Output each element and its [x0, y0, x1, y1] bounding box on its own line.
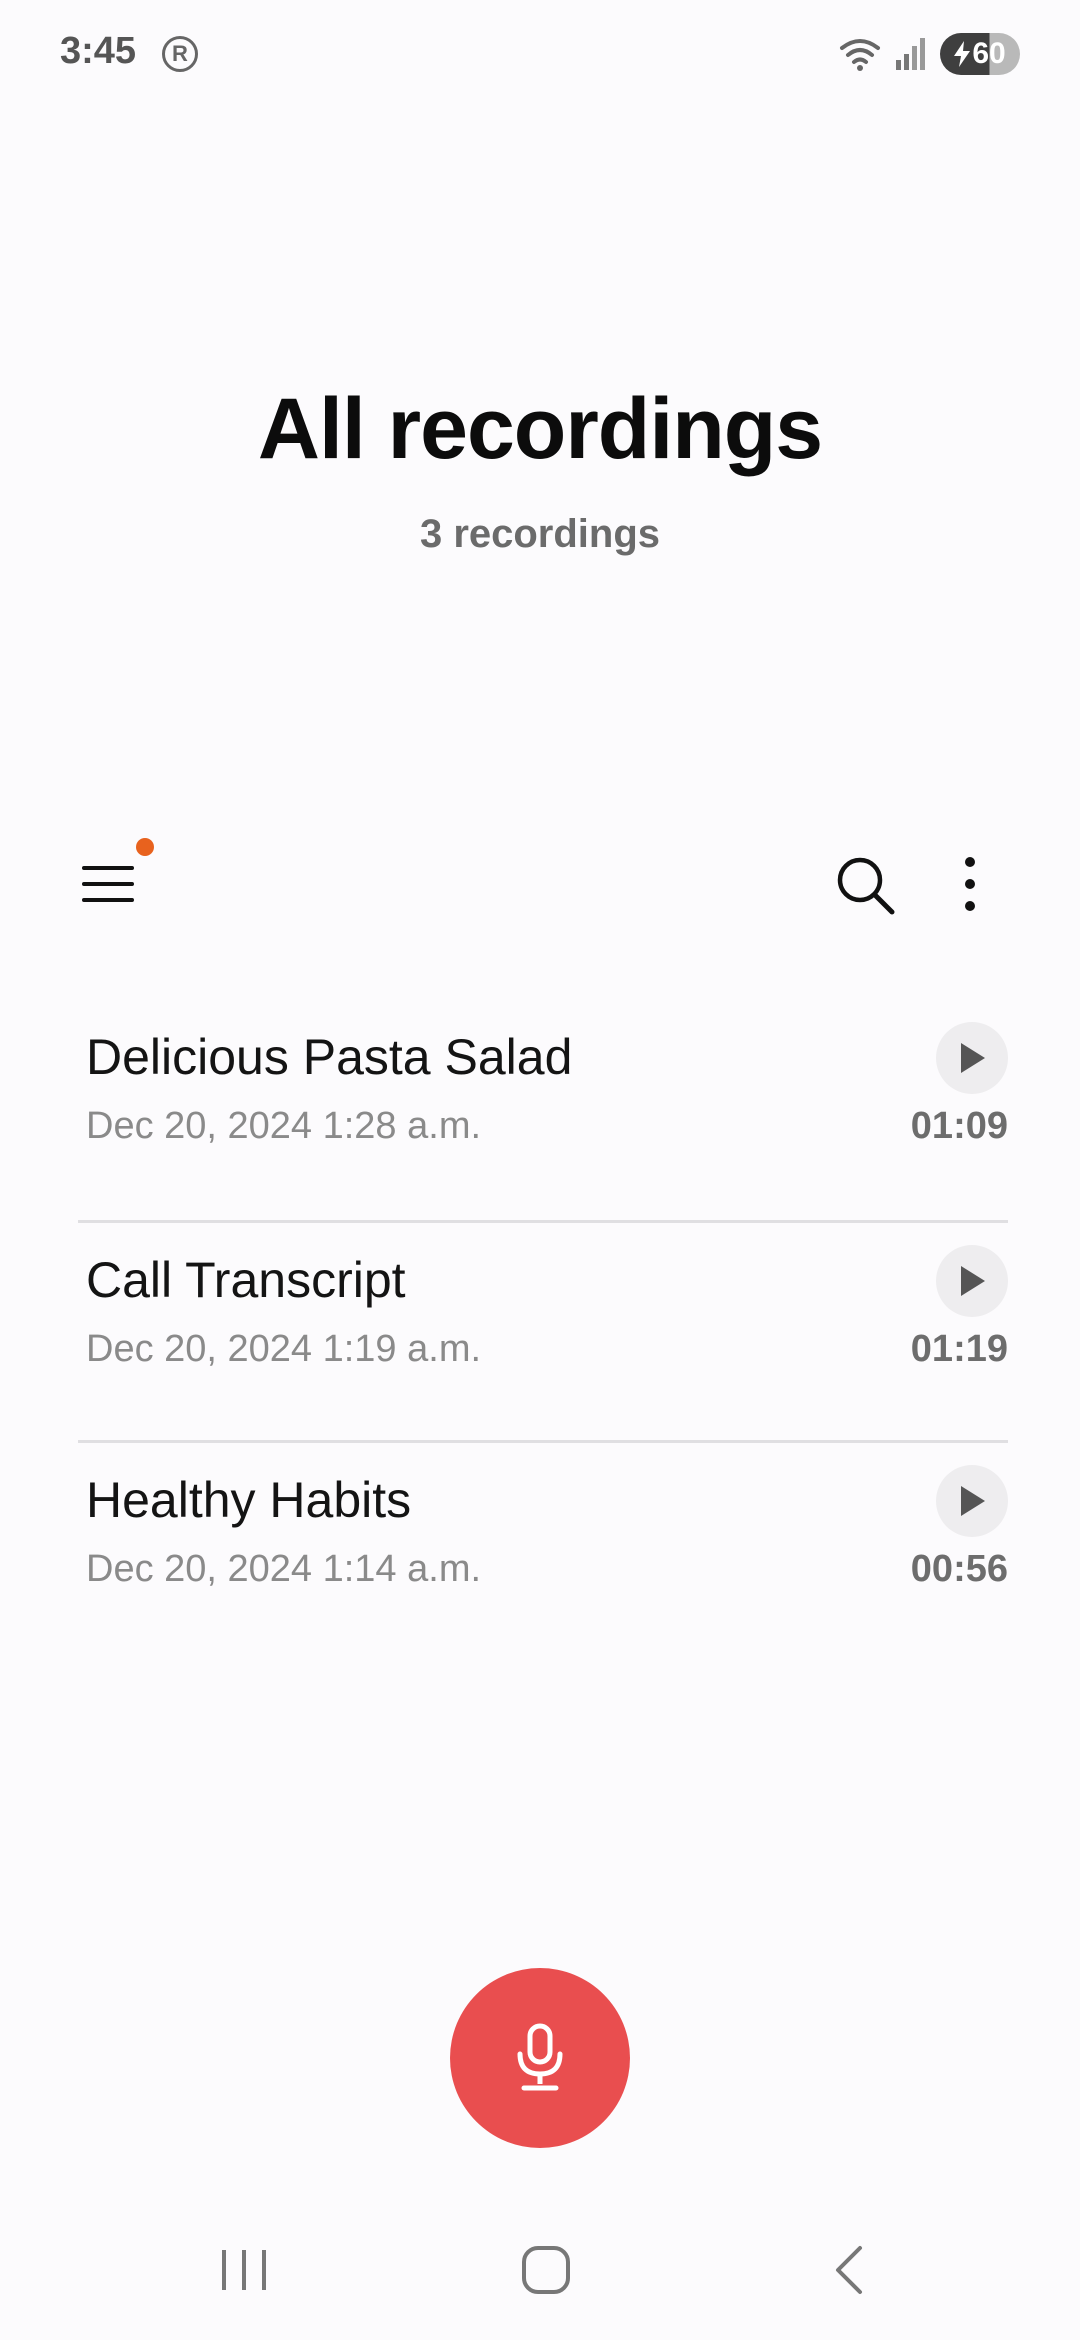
signal-icon [896, 38, 925, 70]
list-item[interactable]: Delicious Pasta Salad Dec 20, 2024 1:28 … [78, 1000, 1008, 1220]
page-title: All recordings [257, 381, 823, 477]
recordings-count: 3 recordings [419, 512, 661, 556]
play-button[interactable] [936, 1465, 1008, 1537]
more-vert-icon[interactable] [950, 852, 990, 920]
status-time: 3:45 [60, 30, 137, 72]
recordings-list: Delicious Pasta Salad Dec 20, 2024 1:28 … [78, 1000, 1008, 1660]
play-icon [961, 1043, 985, 1073]
search-icon[interactable] [832, 852, 900, 920]
wifi-icon [840, 39, 880, 71]
record-button[interactable] [450, 1968, 630, 2148]
charging-bolt-icon [954, 41, 971, 67]
recording-duration: 01:19 [910, 1328, 1008, 1370]
list-item[interactable]: Healthy Habits Dec 20, 2024 1:14 a.m. 00… [78, 1440, 1008, 1660]
play-button[interactable] [936, 1245, 1008, 1317]
recording-date: Dec 20, 2024 1:19 a.m. [86, 1328, 482, 1370]
recording-duration: 00:56 [910, 1548, 1008, 1590]
play-icon [961, 1486, 985, 1516]
back-icon[interactable] [830, 2240, 870, 2300]
recording-date: Dec 20, 2024 1:14 a.m. [86, 1548, 482, 1590]
recording-duration: 01:09 [910, 1105, 1008, 1147]
status-indicators: 60 [838, 32, 1020, 76]
battery-level: 60 [972, 37, 1006, 70]
battery-icon: 60 [940, 33, 1020, 75]
play-icon [961, 1266, 985, 1296]
list-item[interactable]: Call Transcript Dec 20, 2024 1:19 a.m. 0… [78, 1220, 1008, 1440]
menu-icon[interactable] [80, 850, 152, 922]
microphone-icon [517, 2023, 563, 2091]
status-bar: 3:45 R 60 [0, 0, 1080, 110]
recording-name: Delicious Pasta Salad [86, 1029, 573, 1085]
recent-apps-icon[interactable] [218, 2240, 270, 2300]
home-icon[interactable] [520, 2240, 572, 2300]
registered-icon: R [162, 36, 198, 72]
play-button[interactable] [936, 1022, 1008, 1094]
recording-date: Dec 20, 2024 1:28 a.m. [86, 1105, 482, 1147]
recording-name: Healthy Habits [86, 1472, 412, 1528]
recording-name: Call Transcript [86, 1252, 406, 1308]
notification-dot [136, 838, 154, 856]
navigation-bar [0, 2220, 1080, 2340]
